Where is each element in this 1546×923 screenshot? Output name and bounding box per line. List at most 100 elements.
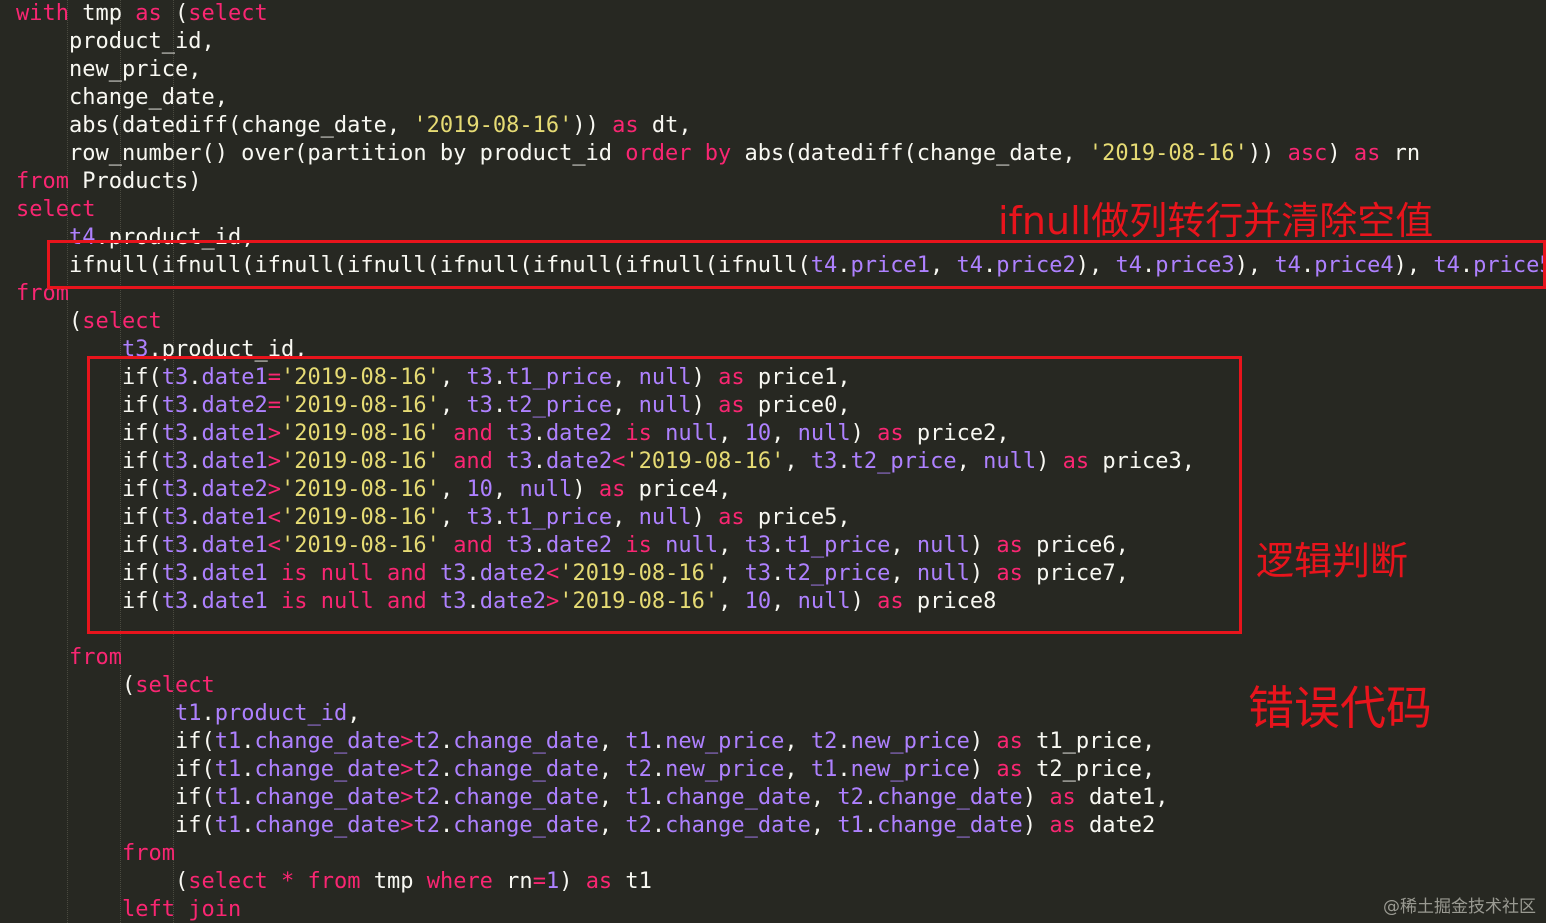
code-token: select (188, 1, 268, 26)
code-token: t2 (413, 757, 440, 782)
code-token: t2 (413, 729, 440, 754)
code-token: from (69, 645, 122, 670)
code-token: where (426, 869, 493, 894)
code-token: t1 (214, 729, 242, 754)
code-token: change_date (254, 729, 401, 754)
code-token: 1 (545, 869, 560, 894)
code-line: (select * from tmp where rn=1) as t1 (175, 868, 652, 896)
code-token: ) (1022, 785, 1050, 810)
code-token: . (201, 701, 215, 726)
code-token: ( (161, 1, 189, 26)
code-token: as (1049, 813, 1076, 838)
code-token: change_date (877, 813, 1023, 838)
code-line: row_number() over(partition by product_i… (69, 140, 1420, 168)
code-line: (select (122, 672, 215, 700)
code-line: t1.product_id, (175, 700, 360, 728)
code-token: . (241, 813, 255, 838)
code-token: . (241, 729, 255, 754)
code-token: . (651, 813, 666, 838)
code-line: from (69, 644, 122, 672)
code-token: * (280, 869, 295, 894)
code-token: select (188, 869, 268, 894)
logic-highlight-box (87, 356, 1242, 634)
code-token: change_date (254, 757, 401, 782)
code-token: select (82, 309, 162, 334)
code-token: t2 (837, 785, 864, 810)
code-token: asc (1287, 141, 1328, 166)
code-token: as (996, 729, 1023, 754)
code-token: as (1049, 785, 1076, 810)
code-token: , (347, 701, 361, 726)
code-token: select (135, 673, 215, 698)
code-token: , (598, 785, 626, 810)
code-line: (select (69, 308, 162, 336)
code-token: ( (122, 673, 136, 698)
code-token: if( (175, 813, 215, 838)
code-token: ( (175, 869, 189, 894)
annotation-error: 错误代码 (1248, 681, 1432, 735)
code-line: left join (122, 896, 241, 923)
code-token: . (439, 813, 454, 838)
code-line: abs(datediff(change_date, '2019-08-16'))… (69, 112, 692, 140)
code-line: with tmp as (select (16, 0, 268, 28)
code-token: change_date (254, 813, 401, 838)
code-token: product_id (214, 701, 348, 726)
code-token: tmp (360, 869, 427, 894)
code-token: abs(datediff(change_date, (731, 141, 1089, 166)
code-line: from (122, 840, 175, 868)
annotation-logic: 逻辑判断 (1256, 539, 1409, 583)
code-token: '2019-08-16' (1088, 141, 1248, 166)
code-token: new_price (665, 729, 785, 754)
code-token: change_date, (69, 85, 228, 110)
code-token: , (810, 785, 838, 810)
code-token: . (439, 785, 454, 810)
code-line: if(t1.change_date>t2.change_date, t2.cha… (175, 812, 1155, 840)
code-token: ) (1327, 141, 1354, 166)
code-token: t1 (175, 701, 202, 726)
code-token: if( (175, 785, 215, 810)
code-token: . (651, 785, 666, 810)
code-line: select (16, 196, 95, 224)
code-token: t1 (625, 785, 652, 810)
code-token: t1 (810, 757, 838, 782)
code-line: from Products) (16, 168, 201, 196)
code-token: if( (175, 757, 215, 782)
code-token: > (400, 813, 414, 838)
code-token: t2 (625, 813, 652, 838)
code-token: order by (625, 141, 732, 166)
code-token: change_date (665, 785, 811, 810)
annotation-ifnull: ifnull做列转行并清除空值 (998, 199, 1434, 243)
code-token: if( (175, 729, 215, 754)
code-token: . (651, 729, 666, 754)
code-token: from (16, 169, 69, 194)
code-token: change_date (877, 785, 1023, 810)
code-token: . (651, 757, 666, 782)
code-token: > (400, 729, 414, 754)
code-token: change_date (453, 729, 599, 754)
code-token: dt, (638, 113, 692, 138)
code-token: ) (1022, 813, 1050, 838)
ifnull-highlight-box (47, 240, 1546, 289)
code-token: product_id, (69, 29, 215, 54)
code-token: with (16, 1, 69, 26)
code-token: abs(datediff(change_date, (69, 113, 414, 138)
code-token: t1 (837, 813, 864, 838)
code-line: if(t1.change_date>t2.change_date, t2.new… (175, 756, 1155, 784)
code-token: . (241, 785, 255, 810)
indent-guide (67, 0, 68, 923)
code-line: new_price, (69, 56, 201, 84)
code-token: t2 (413, 813, 440, 838)
code-token: > (400, 785, 414, 810)
code-token: ) (969, 729, 997, 754)
code-token: . (241, 757, 255, 782)
code-token: , (810, 813, 838, 838)
watermark: @稀土掘金技术社区 (1383, 897, 1536, 917)
code-token: select (16, 197, 96, 222)
code-token: as (1353, 141, 1381, 166)
code-token: as (612, 113, 639, 138)
code-token: new_price (665, 757, 785, 782)
code-token: t1 (214, 813, 242, 838)
code-token: )) (1247, 141, 1288, 166)
code-token: . (863, 785, 878, 810)
